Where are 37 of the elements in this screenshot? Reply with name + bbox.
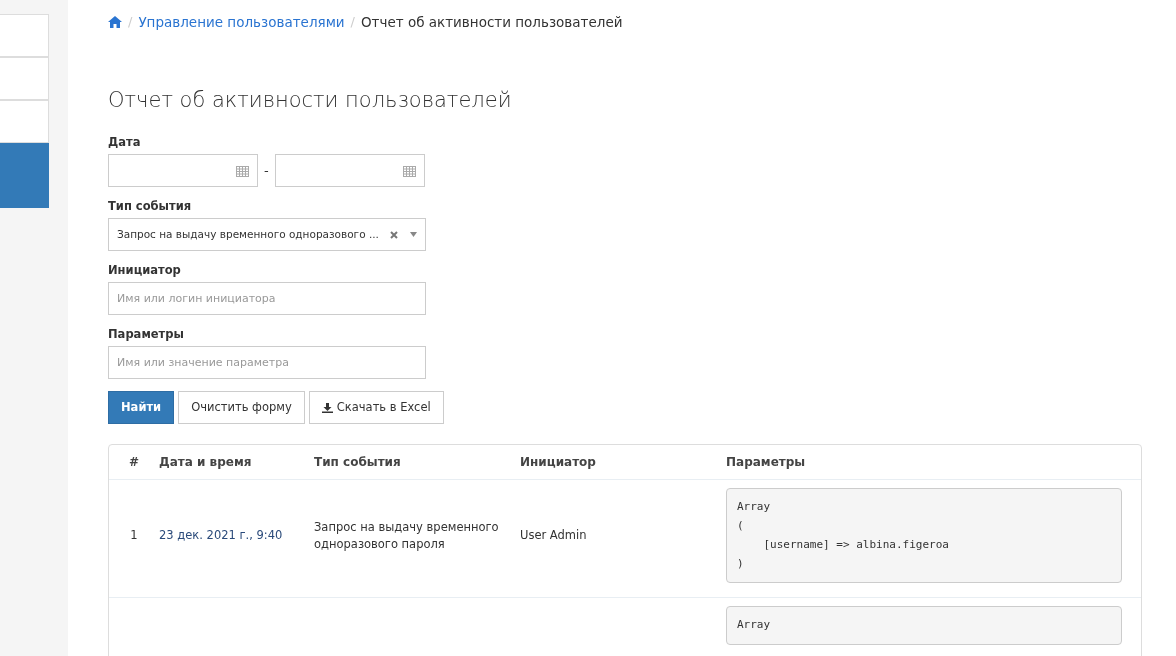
calendar-icon[interactable] <box>236 164 249 177</box>
table-cell: Запрос на выдачу временного одноразового пароля <box>314 519 499 551</box>
breadcrumb-current: Отчет об активности пользователей <box>361 13 623 32</box>
search-button[interactable]: Найти <box>108 391 175 425</box>
calendar-icon[interactable] <box>402 164 416 177</box>
text-field[interactable]: Имя или логин инициатора <box>108 282 426 316</box>
download-icon <box>321 402 333 413</box>
table-cell: User Admin <box>520 528 587 543</box>
text-field[interactable]: Имя или значение параметра <box>108 346 426 380</box>
column-header: Параметры <box>726 455 806 470</box>
breadcrumb-separator: / <box>350 13 355 32</box>
field-label: Параметры <box>108 327 185 343</box>
download-button[interactable]: Скачать в Excel <box>308 391 444 425</box>
field-label: Тип события <box>108 199 193 215</box>
date-field[interactable] <box>274 154 425 188</box>
sidebar-item[interactable] <box>0 143 49 208</box>
event-type-select[interactable]: Запрос на выдачу временного одноразового ... <box>108 218 426 252</box>
select-value: Запрос на выдачу временного одноразового ... <box>117 227 380 243</box>
clear-icon[interactable] <box>390 230 398 239</box>
field-label: Дата <box>108 135 142 151</box>
date-separator: - <box>264 162 269 181</box>
column-header: Тип события <box>314 455 401 470</box>
column-header: # <box>128 455 140 470</box>
breadcrumb-separator: / <box>128 13 133 32</box>
column-header: Инициатор <box>520 455 596 470</box>
table-cell: 23 дек. 2021 г., 9:40 <box>159 528 283 543</box>
field-label: Инициатор <box>108 263 182 279</box>
column-header: Дата и время <box>159 455 252 470</box>
params-code-block: Array ( [username] => albina.figeroa ) <box>726 488 1122 584</box>
table-cell: 1 <box>130 528 138 543</box>
page-title: Отчет об активности пользователей <box>108 88 513 114</box>
date-field[interactable] <box>108 154 258 188</box>
breadcrumb-link[interactable]: Управление пользователями <box>138 12 345 33</box>
caret-icon[interactable] <box>410 232 417 238</box>
home-icon[interactable] <box>108 16 122 29</box>
clear-button[interactable]: Очистить форму <box>178 391 305 425</box>
params-code-block: Array <box>726 606 1122 645</box>
